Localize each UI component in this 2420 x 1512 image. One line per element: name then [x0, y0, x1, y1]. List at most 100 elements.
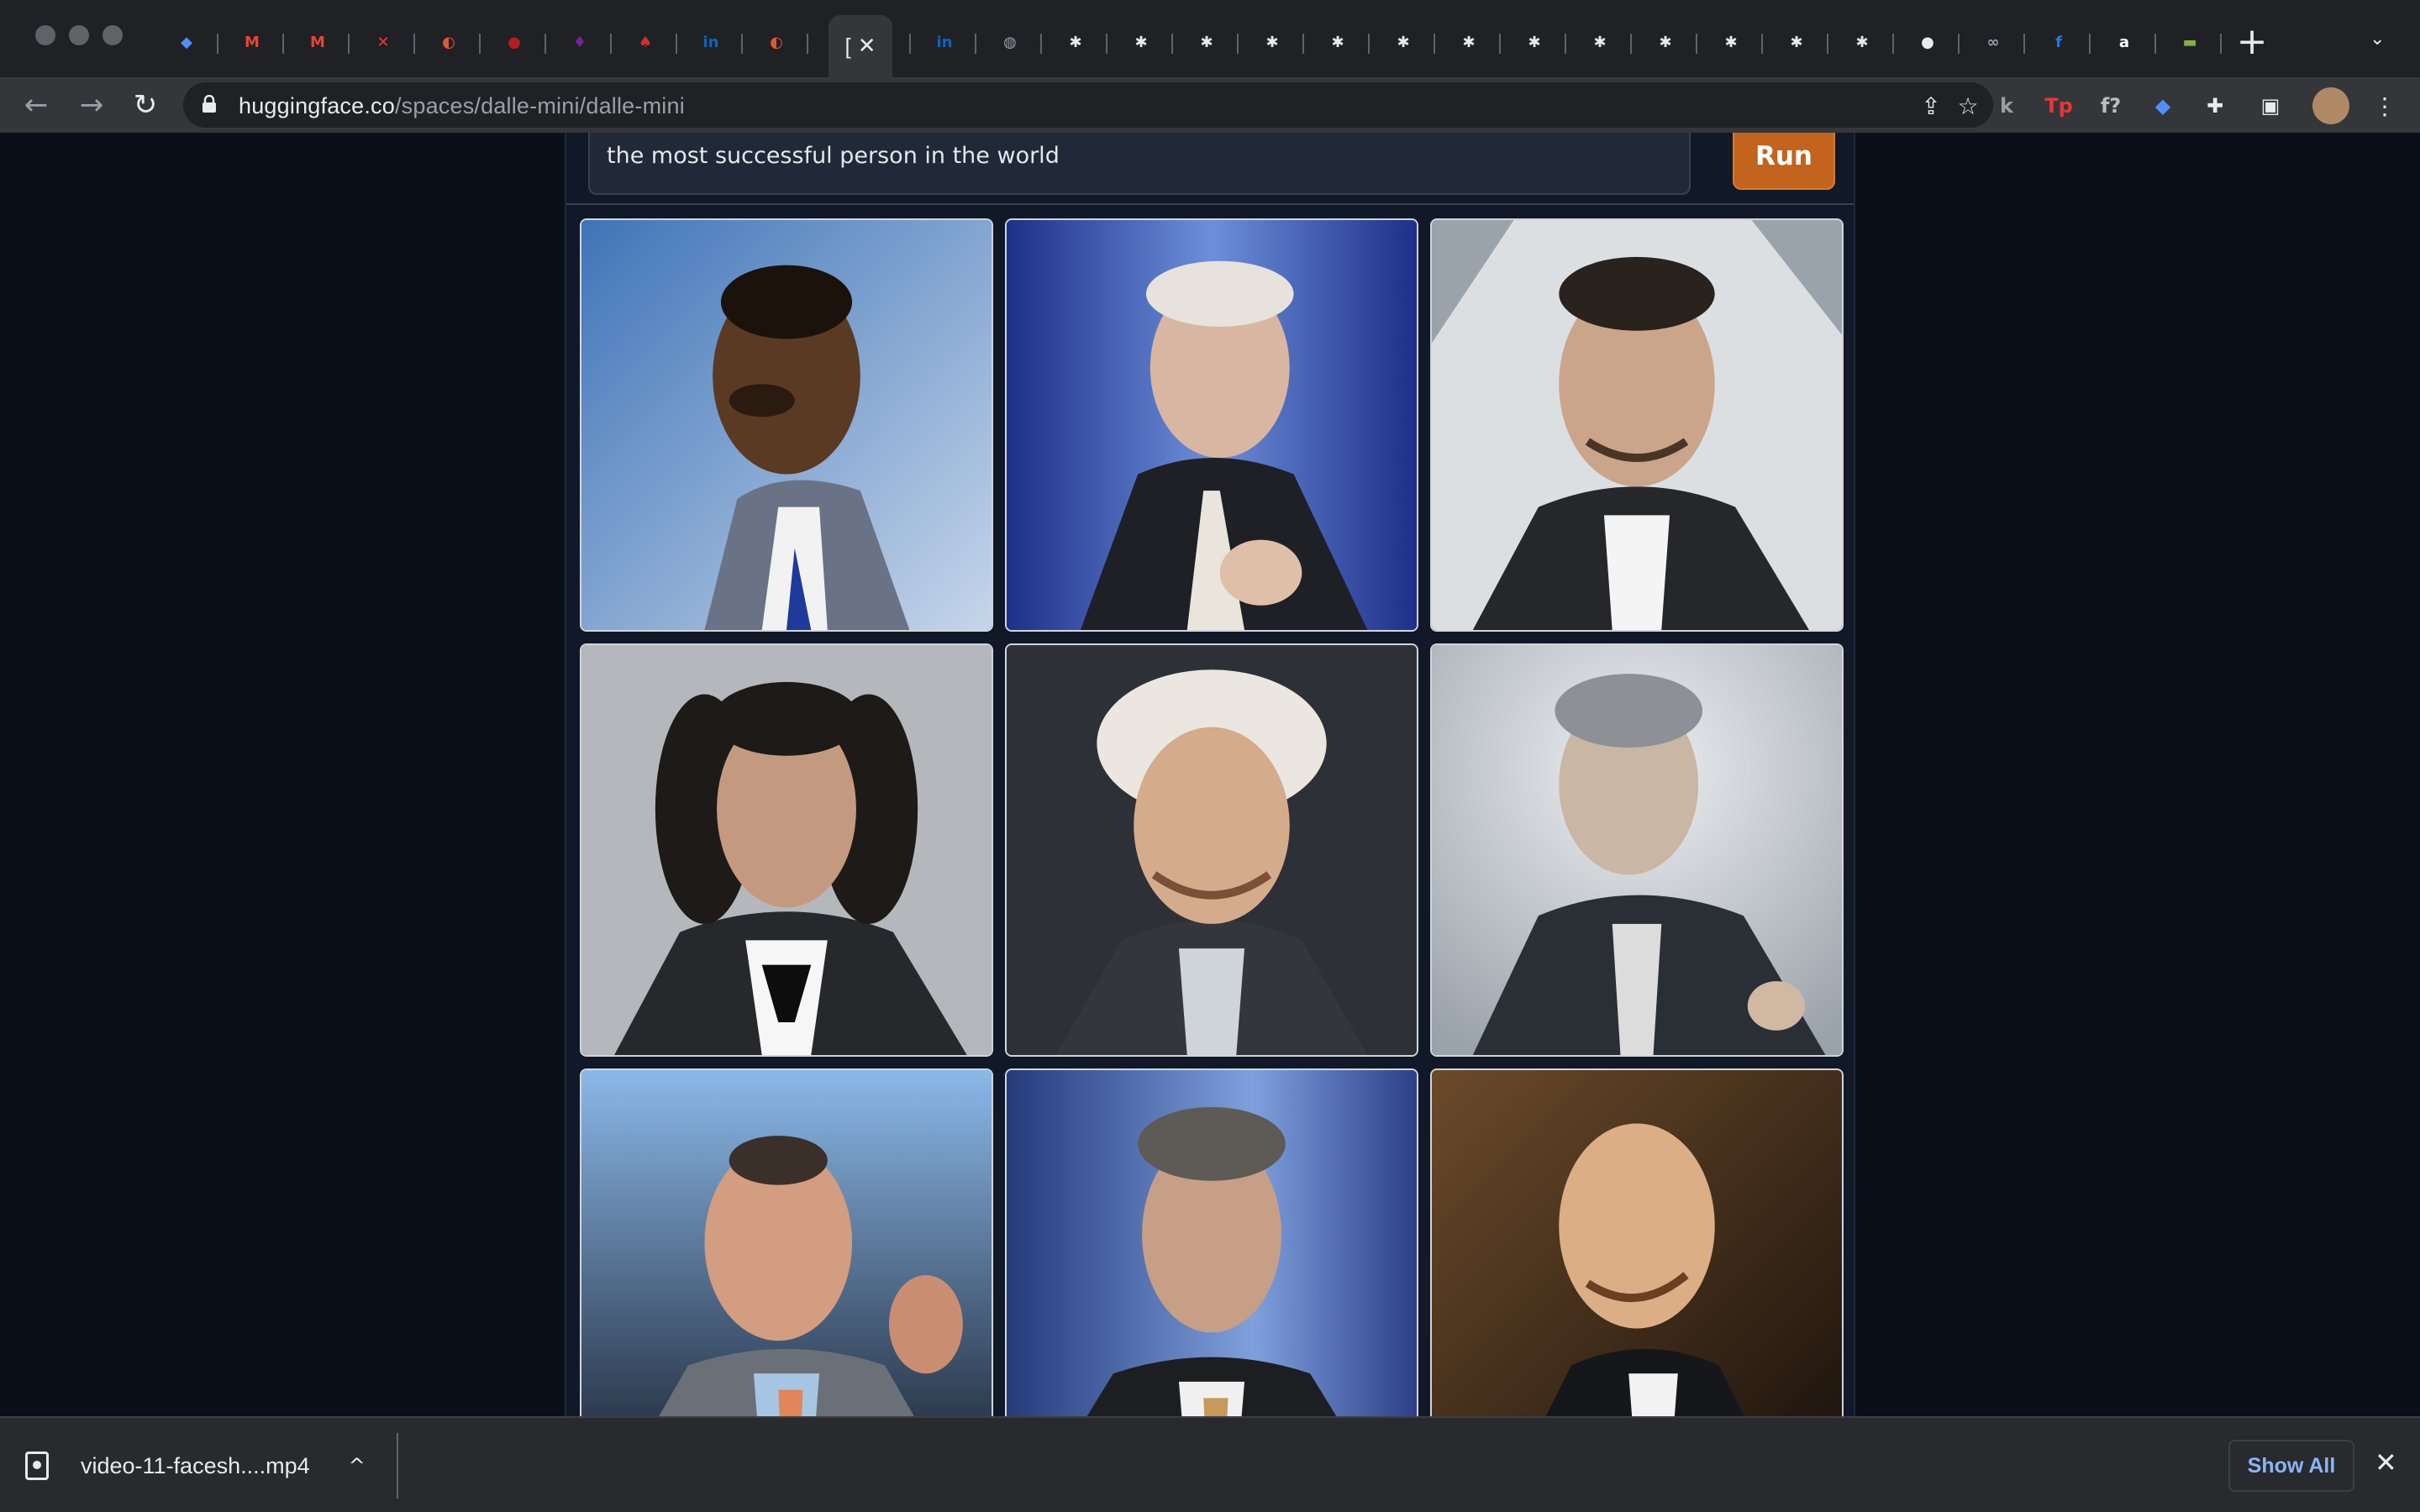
generated-image-7[interactable]: [580, 1068, 993, 1416]
tab-separator: [1761, 34, 1763, 54]
browser-tab[interactable]: in: [923, 18, 966, 66]
browser-tab[interactable]: ∞: [1971, 18, 2015, 66]
browser-tab[interactable]: M: [296, 18, 339, 66]
browser-tab[interactable]: ✱: [1840, 18, 1884, 66]
browser-tab[interactable]: ●: [492, 18, 536, 66]
purple-app-icon: ♦: [572, 33, 587, 51]
infinity-icon: ∞: [1986, 33, 2000, 51]
browser-tab[interactable]: ✱: [1644, 18, 1687, 66]
browser-tab[interactable]: ✱: [1119, 18, 1163, 66]
browser-tab[interactable]: ✕: [361, 18, 405, 66]
tab-strip: ◆MM✕◐●♦♠in◐inin◍✱✱✱✱✱✱✱✱✱✱✱✱✱●∞fa▬ [ ✕ +…: [0, 0, 2420, 77]
bookmark-star-icon[interactable]: ☆: [1951, 89, 1985, 123]
prompt-input[interactable]: the most successful person in the world: [588, 133, 1691, 195]
gear-icon: ✱: [1331, 33, 1344, 51]
browser-tab[interactable]: ✱: [1709, 18, 1753, 66]
browser-tab[interactable]: ✱: [1775, 18, 1818, 66]
gem-extension-icon[interactable]: ◆: [2148, 91, 2178, 121]
show-all-button[interactable]: Show All: [2228, 1440, 2354, 1492]
tab-separator: [909, 34, 911, 54]
browser-tab[interactable]: a: [2102, 18, 2146, 66]
generated-image-8[interactable]: [1005, 1068, 1418, 1416]
generated-image-1[interactable]: [580, 218, 993, 632]
forward-button[interactable]: →: [71, 84, 113, 126]
minimize-window-button[interactable]: [69, 25, 89, 45]
reload-button[interactable]: ↻: [124, 84, 166, 126]
download-options-chevron-icon[interactable]: ^: [349, 1454, 366, 1478]
url-text[interactable]: huggingface.co/spaces/dalle-mini/dalle-m…: [239, 93, 685, 119]
download-item[interactable]: video-11-facesh....mp4 ^: [25, 1436, 366, 1495]
gear-icon: ✱: [1397, 33, 1410, 51]
close-tab-icon[interactable]: ✕: [858, 34, 876, 59]
close-window-button[interactable]: [35, 25, 55, 45]
download-filename[interactable]: video-11-facesh....mp4: [81, 1453, 310, 1479]
green-card-icon: ▬: [2182, 33, 2197, 51]
generated-image-3[interactable]: [1430, 218, 1844, 632]
browser-tab[interactable]: ✱: [1185, 18, 1228, 66]
gear-icon: ✱: [1659, 33, 1672, 51]
gear-icon: ✱: [1462, 33, 1476, 51]
tab-separator: [479, 34, 481, 54]
browser-tab[interactable]: ✱: [1250, 18, 1294, 66]
tab-search-icon[interactable]: ⌄: [2370, 29, 2385, 50]
prompt-row: the most successful person in the world …: [566, 133, 1854, 205]
browser-tab[interactable]: ♠: [623, 18, 667, 66]
maximize-window-button[interactable]: [103, 25, 123, 45]
tab-separator: [676, 34, 677, 54]
tab-title: [: [844, 33, 851, 59]
tab-active-dalle-mini[interactable]: [ ✕: [829, 15, 892, 77]
address-bar[interactable]: huggingface.co/spaces/dalle-mini/dalle-m…: [183, 82, 1993, 128]
tab-separator: [1302, 34, 1304, 54]
facebook-icon: f: [2055, 33, 2062, 51]
back-button[interactable]: ←: [15, 84, 57, 126]
tab-separator: [1565, 34, 1566, 54]
browser-tab[interactable]: ◆: [165, 18, 208, 66]
generated-image-5[interactable]: [1005, 643, 1418, 1057]
tab-separator: [975, 34, 976, 54]
run-button[interactable]: Run: [1733, 133, 1835, 190]
browser-tab[interactable]: ✱: [1381, 18, 1425, 66]
browser-tab[interactable]: ✱: [1054, 18, 1097, 66]
browser-tab[interactable]: ✱: [1578, 18, 1622, 66]
tab-separator: [1827, 34, 1828, 54]
browser-tab[interactable]: ✱: [1316, 18, 1360, 66]
close-shelf-icon[interactable]: ✕: [2375, 1446, 2397, 1478]
gmail-icon: M: [245, 33, 260, 51]
browser-tab[interactable]: ◍: [988, 18, 1032, 66]
browser-tab[interactable]: ▬: [2168, 18, 2212, 66]
file-icon: [25, 1452, 49, 1480]
browser-menu-icon[interactable]: ⋮: [2368, 89, 2402, 123]
tab-separator: [1171, 34, 1173, 54]
tab-separator: [413, 34, 415, 54]
lock-icon[interactable]: [202, 95, 217, 113]
browser-tab[interactable]: ✱: [1447, 18, 1491, 66]
formula-extension-icon[interactable]: f?: [2096, 91, 2126, 121]
puzzle-icon[interactable]: ✚: [2200, 91, 2230, 121]
tp-extension-icon[interactable]: Tp: [2044, 91, 2074, 121]
browser-tab[interactable]: in: [689, 18, 733, 66]
browser-tab[interactable]: ♦: [558, 18, 602, 66]
browser-tab[interactable]: ◐: [427, 18, 471, 66]
tab-separator: [544, 34, 546, 54]
tab-separator: [610, 34, 612, 54]
gear-icon: ✱: [1528, 33, 1541, 51]
browser-tab[interactable]: ✱: [1512, 18, 1556, 66]
browser-tab[interactable]: f: [2037, 18, 2081, 66]
duckduckgo-icon: ◐: [442, 33, 455, 51]
generated-image-2[interactable]: [1005, 218, 1418, 632]
new-tab-button[interactable]: +: [2235, 22, 2269, 62]
dalle-mini-app: the most successful person in the world …: [565, 133, 1855, 1416]
sidepanel-icon[interactable]: ▣: [2255, 91, 2286, 121]
tab-separator: [1040, 34, 1042, 54]
share-icon[interactable]: ⇪: [1914, 89, 1948, 123]
globe-icon: ◍: [1003, 33, 1017, 51]
browser-tab[interactable]: M: [230, 18, 274, 66]
generated-image-9[interactable]: [1430, 1068, 1844, 1416]
generated-image-4[interactable]: [580, 643, 993, 1057]
k-extension-icon[interactable]: k: [1991, 91, 2022, 121]
profile-avatar[interactable]: [2312, 87, 2349, 124]
web-page: the most successful person in the world …: [0, 133, 2420, 1416]
generated-image-6[interactable]: [1430, 643, 1844, 1057]
browser-tab[interactable]: ●: [1906, 18, 1949, 66]
browser-tab[interactable]: ◐: [755, 18, 798, 66]
